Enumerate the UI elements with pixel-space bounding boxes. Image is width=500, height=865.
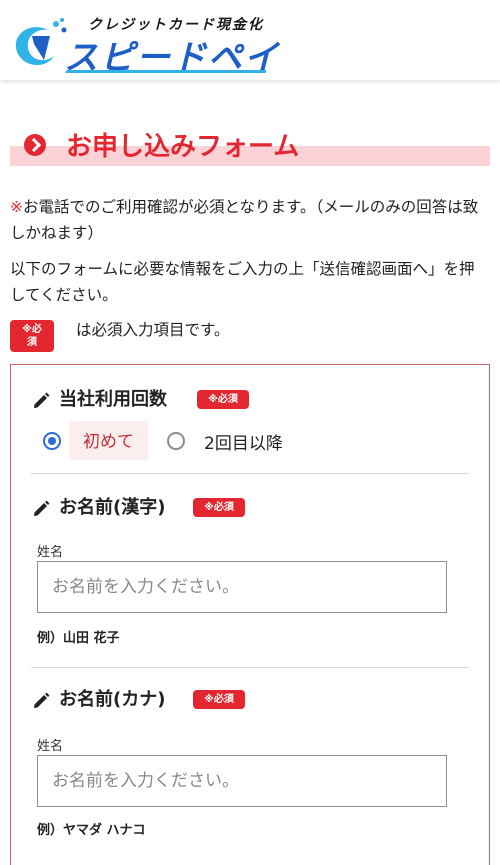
required-legend-text: は必須入力項目です。 [76, 321, 230, 339]
radio-first-time[interactable] [43, 432, 61, 450]
logo-icon[interactable] [10, 14, 72, 74]
full-name-sublabel: 姓名 [37, 545, 64, 560]
radio-label-first-time[interactable]: 初めて [69, 421, 148, 460]
name-kanji-example: 例）山田 花子 [37, 631, 120, 646]
application-form: 当社利用回数 ※必須 初めて 2回目以降 お名前(漢字) ※必須 姓名 お名前を… [10, 364, 490, 865]
usage-count-radio-group: 初めて 2回目以降 [41, 421, 441, 465]
required-badge: ※必須 [193, 498, 245, 517]
required-badge: ※必須 [193, 690, 245, 709]
name-kana-label: お名前(カナ) [59, 689, 166, 710]
field-divider [31, 667, 469, 668]
phone-confirmation-notice: ※お電話でのご利用確認が必須となります。（メールのみの回答は致しかねます） [10, 194, 488, 246]
pencil-icon [34, 392, 50, 408]
full-name-sublabel: 姓名 [37, 739, 64, 754]
section-heading: お申し込みフォーム [10, 124, 490, 168]
usage-count-label: 当社利用回数 [59, 389, 167, 410]
name-kanji-input[interactable]: お名前を入力ください。 [37, 561, 447, 613]
name-kana-input[interactable]: お名前を入力ください。 [37, 755, 447, 807]
pencil-icon [34, 692, 50, 708]
name-kana-example: 例）ヤマダ ハナコ [37, 823, 146, 838]
radio-second-or-later[interactable] [167, 432, 185, 450]
chevron-right-icon [24, 134, 46, 156]
logo-underline [65, 70, 267, 73]
name-kanji-label: お名前(漢字) [59, 497, 166, 518]
required-badge: ※必須 [10, 320, 54, 352]
radio-label-second-or-later[interactable]: 2回目以降 [204, 429, 283, 454]
form-instruction-notice: 以下のフォームに必要な情報をご入力の上「送信確認画面へ」を押してください。 [10, 260, 475, 304]
pencil-icon [34, 500, 50, 516]
notice-text-1: お電話でのご利用確認が必須となります。（メールのみの回答は致しかねます） [10, 198, 479, 242]
field-divider [31, 473, 469, 474]
notice-mark: ※ [10, 198, 23, 216]
site-header: クレジットカード現金化 スピードペイ [0, 0, 500, 80]
page-title: お申し込みフォーム [66, 131, 300, 161]
required-badge: ※必須 [197, 390, 249, 409]
